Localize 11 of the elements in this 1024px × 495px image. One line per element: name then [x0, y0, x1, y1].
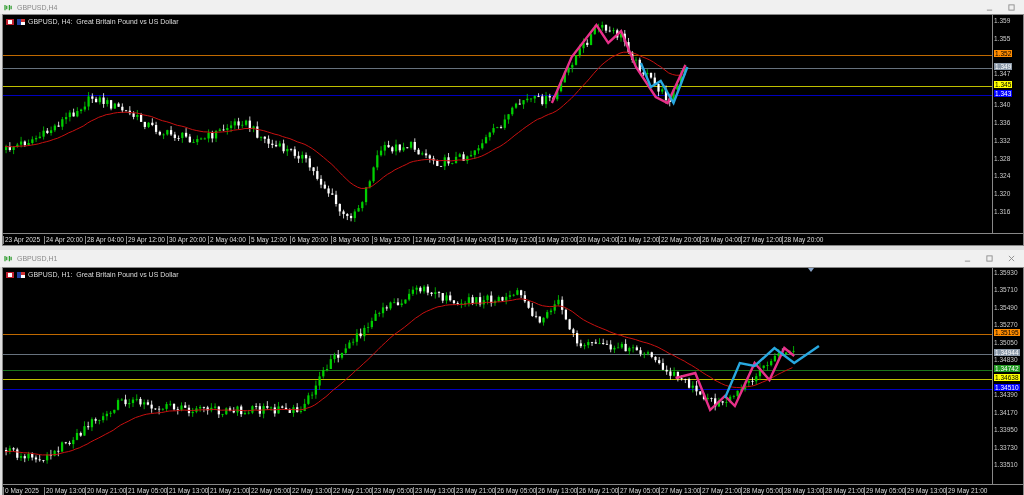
maximize-button[interactable]	[1005, 2, 1017, 12]
chart-icon	[4, 255, 13, 262]
close-icon	[1007, 255, 1015, 262]
flag-icon	[17, 271, 25, 278]
maximize-button[interactable]	[983, 253, 995, 264]
maximize-icon	[985, 255, 993, 262]
flag-icon	[6, 18, 14, 25]
chart-icon	[4, 3, 13, 11]
flag-icon	[17, 18, 25, 25]
flag-icon	[6, 271, 14, 278]
maximize-icon	[1007, 3, 1015, 11]
